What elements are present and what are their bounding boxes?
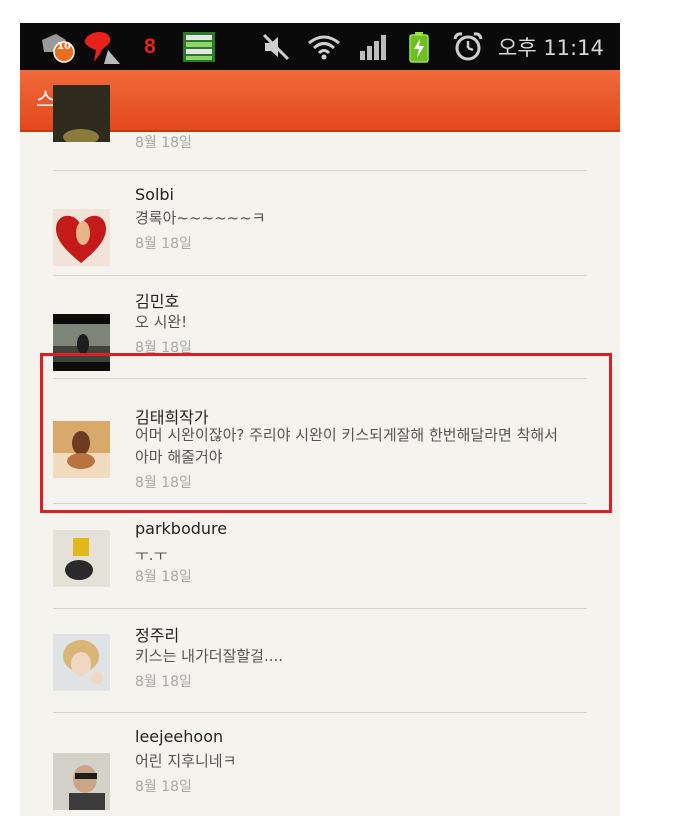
mute-icon xyxy=(258,23,294,70)
avatar xyxy=(53,530,110,587)
avatar xyxy=(53,753,110,810)
item-date: 8월 18일 xyxy=(135,674,192,690)
item-message: 어린 지후니네ㅋ xyxy=(135,752,237,770)
item-date: 8월 18일 xyxy=(135,779,192,795)
status-bar: 10 8 오후 11:14 xyxy=(20,23,620,70)
avatar xyxy=(53,209,110,266)
status-time: 오후 11:14 xyxy=(498,35,604,60)
wifi-icon xyxy=(304,23,344,70)
item-message: 키스는 내가더잘할걸.... xyxy=(135,647,284,665)
highlight-box xyxy=(40,353,612,513)
notification-number: 8 xyxy=(144,34,156,58)
list-item[interactable]: parkbodure ㅜ.ㅜ 8월 18일 xyxy=(20,504,620,608)
item-author: 정주리 xyxy=(135,626,180,645)
item-date: 8월 18일 xyxy=(135,135,192,151)
item-author: parkbodure xyxy=(135,519,228,538)
avatar xyxy=(53,634,110,691)
item-date: 8월 18일 xyxy=(135,569,192,585)
notification-count: 10 xyxy=(57,41,71,52)
item-author: leejeehoon xyxy=(135,727,224,746)
item-message: ㅜ.ㅜ xyxy=(135,546,168,564)
list-item[interactable]: Solbi 경록아~~~~~~ㅋ 8월 18일 xyxy=(20,171,620,275)
list-item-partial[interactable]: 8월 18일 xyxy=(20,85,620,172)
battery-charging-icon xyxy=(404,23,434,70)
item-message: 경록아~~~~~~ㅋ xyxy=(135,209,266,227)
item-date: 8월 18일 xyxy=(135,236,192,252)
list-item[interactable]: leejeehoon 어린 지후니네ㅋ 8월 18일 xyxy=(20,713,620,816)
item-message: 오 시완! xyxy=(135,313,188,331)
avatar xyxy=(53,85,110,142)
notification-badge-icon[interactable]: 10 xyxy=(38,23,78,70)
tmap-icon[interactable] xyxy=(80,23,124,70)
signal-icon xyxy=(356,23,390,70)
sheet-icon[interactable] xyxy=(180,23,218,70)
item-author: Solbi xyxy=(135,185,174,204)
list-item[interactable]: 정주리 키스는 내가더잘할걸.... 8월 18일 xyxy=(20,609,620,712)
alarm-icon xyxy=(450,23,486,70)
title-bar: 스토리 xyxy=(20,70,620,132)
item-author: 김민호 xyxy=(135,292,180,311)
